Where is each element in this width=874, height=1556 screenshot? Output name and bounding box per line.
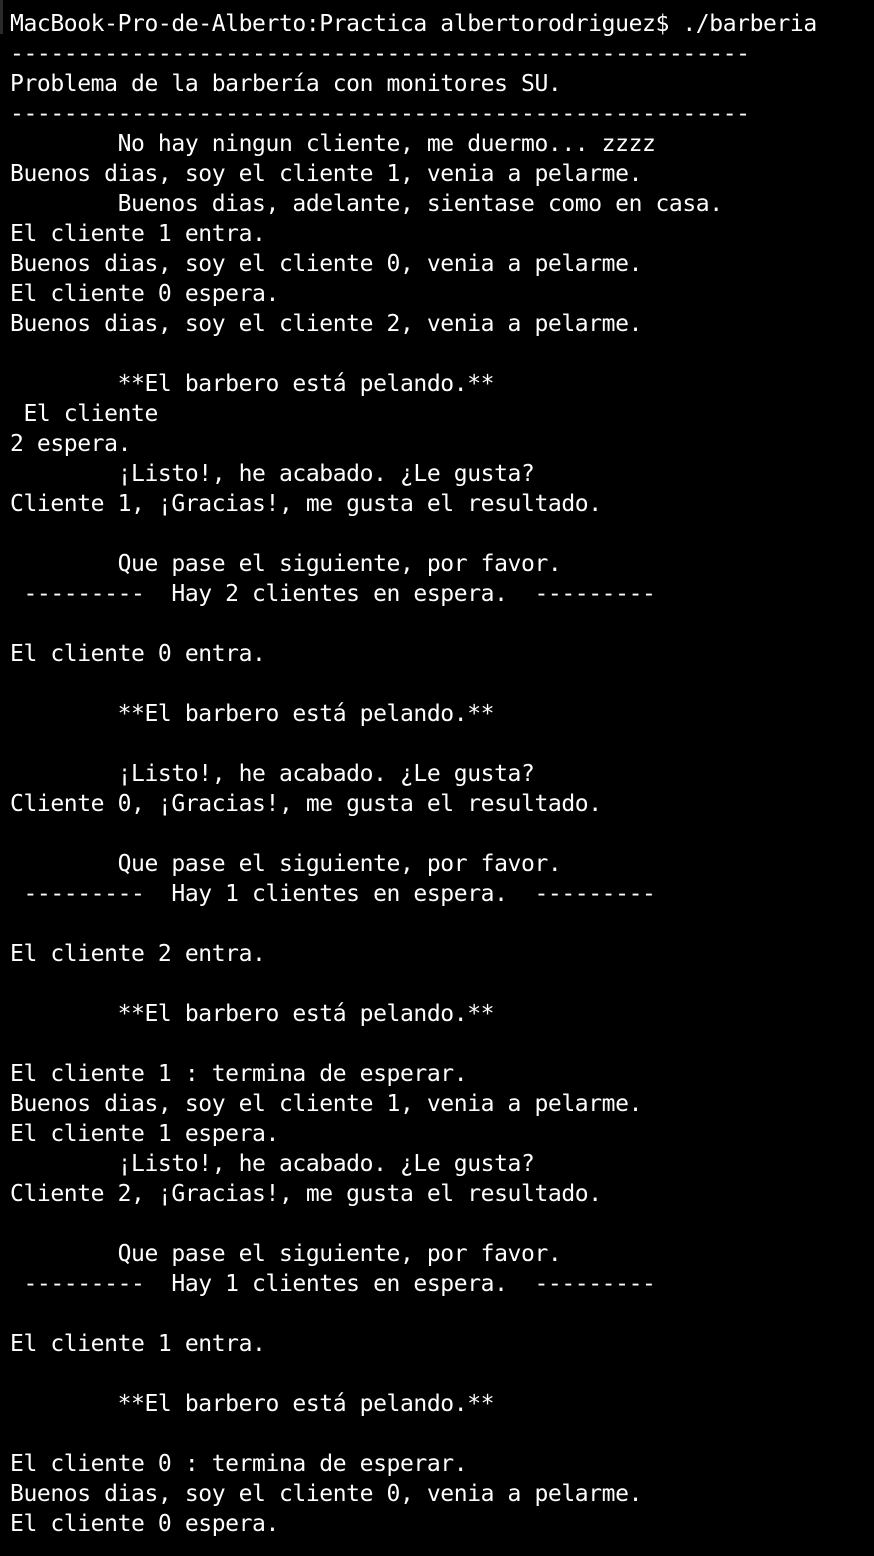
- output-line: El cliente 1 entra.: [10, 221, 266, 247]
- output-line: **El barbero está pelando.**: [10, 1391, 495, 1417]
- output-line: Cliente 0, ¡Gracias!, me gusta el result…: [10, 791, 602, 817]
- output-line: ¡Listo!, he acabado. ¿Le gusta?: [10, 461, 535, 487]
- queue-status-line: --------- Hay 1 clientes en espera. ----…: [10, 1271, 656, 1297]
- output-line: 2 espera.: [10, 431, 132, 457]
- output-line: El cliente: [10, 401, 158, 427]
- output-line: El cliente 1 entra.: [10, 1331, 266, 1357]
- output-line: Buenos dias, adelante, sientase como en …: [10, 191, 724, 217]
- separator-line: ----------------------------------------…: [10, 41, 750, 67]
- terminal-window[interactable]: MacBook-Pro-de-Alberto:Practica albertor…: [0, 0, 874, 1556]
- output-line: El cliente 0 entra.: [10, 641, 266, 667]
- output-line: **El barbero está pelando.**: [10, 701, 495, 727]
- output-line: Buenos dias, soy el cliente 1, venia a p…: [10, 161, 643, 187]
- output-line: El cliente 1 : termina de esperar.: [10, 1061, 468, 1087]
- output-line: El cliente 0 espera.: [10, 281, 279, 307]
- output-line: El cliente 1 espera.: [10, 1121, 279, 1147]
- output-line: El cliente 2 entra.: [10, 941, 266, 967]
- separator-line: ----------------------------------------…: [10, 101, 750, 127]
- scrollback-marker: [0, 0, 3, 34]
- queue-status-line: --------- Hay 1 clientes en espera. ----…: [10, 881, 656, 907]
- output-line: Que pase el siguiente, por favor.: [10, 551, 562, 577]
- output-line: Buenos dias, soy el cliente 1, venia a p…: [10, 1091, 643, 1117]
- output-line: Cliente 2, ¡Gracias!, me gusta el result…: [10, 1181, 602, 1207]
- queue-status-line: --------- Hay 2 clientes en espera. ----…: [10, 581, 656, 607]
- output-line: El cliente 0 espera.: [10, 1511, 279, 1537]
- program-title: Problema de la barbería con monitores SU…: [10, 71, 562, 97]
- output-line: Buenos dias, soy el cliente 2, venia a p…: [10, 311, 643, 337]
- output-line: Buenos dias, soy el cliente 0, venia a p…: [10, 1481, 643, 1507]
- command-prompt: MacBook-Pro-de-Alberto:Practica albertor…: [10, 11, 817, 37]
- output-line: Buenos dias, soy el cliente 0, venia a p…: [10, 251, 643, 277]
- output-line: Que pase el siguiente, por favor.: [10, 1241, 562, 1267]
- output-line: No hay ningun cliente, me duermo... zzzz: [10, 131, 656, 157]
- output-line: ¡Listo!, he acabado. ¿Le gusta?: [10, 1151, 535, 1177]
- output-line: El cliente 0 : termina de esperar.: [10, 1451, 468, 1477]
- output-line: ¡Listo!, he acabado. ¿Le gusta?: [10, 761, 535, 787]
- terminal-output: MacBook-Pro-de-Alberto:Practica albertor…: [10, 9, 817, 1539]
- output-line: **El barbero está pelando.**: [10, 1001, 495, 1027]
- output-line: **El barbero está pelando.**: [10, 371, 495, 397]
- output-line: Cliente 1, ¡Gracias!, me gusta el result…: [10, 491, 602, 517]
- output-line: Que pase el siguiente, por favor.: [10, 851, 562, 877]
